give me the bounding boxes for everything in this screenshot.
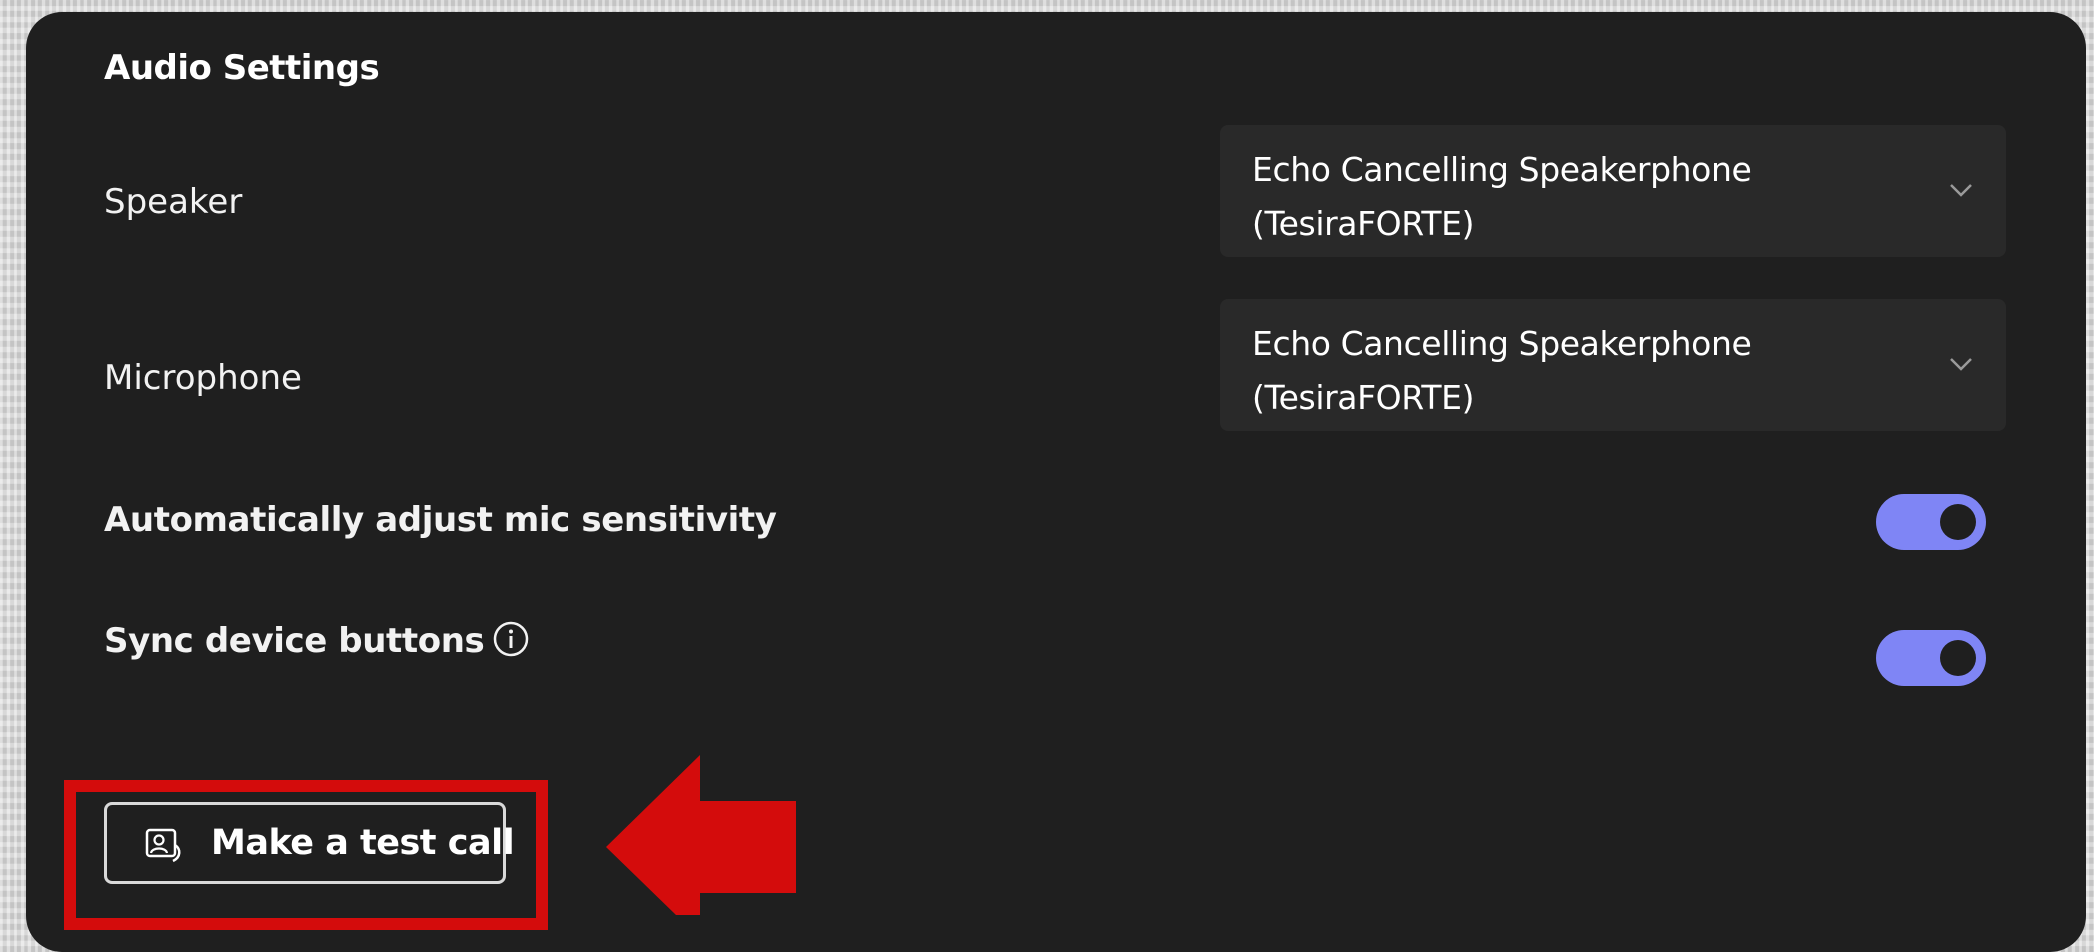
speaker-value-line2: (TesiraFORTE) [1252, 204, 1475, 243]
microphone-value-line2: (TesiraFORTE) [1252, 378, 1475, 417]
speaker-value-line1: Echo Cancelling Speakerphone [1252, 150, 1752, 189]
auto-adjust-toggle[interactable] [1876, 494, 1986, 550]
chevron-down-icon [1950, 358, 1972, 371]
info-icon[interactable] [492, 620, 530, 658]
toggle-knob [1940, 504, 1976, 540]
speaker-dropdown-value: Echo Cancelling Speakerphone (TesiraFORT… [1252, 143, 1892, 251]
left-arrow-icon [606, 755, 796, 915]
microphone-label: Microphone [104, 358, 302, 398]
highlight-box [64, 780, 548, 930]
chevron-down-icon [1950, 184, 1972, 197]
sync-buttons-row: Sync device buttons [104, 620, 530, 661]
section-title: Audio Settings [104, 48, 380, 88]
microphone-dropdown[interactable]: Echo Cancelling Speakerphone (TesiraFORT… [1220, 299, 2006, 431]
sync-buttons-toggle[interactable] [1876, 630, 1986, 686]
toggle-knob [1940, 640, 1976, 676]
speaker-dropdown[interactable]: Echo Cancelling Speakerphone (TesiraFORT… [1220, 125, 2006, 257]
auto-adjust-label: Automatically adjust mic sensitivity [104, 500, 777, 540]
sync-buttons-label: Sync device buttons [104, 621, 485, 661]
speaker-label: Speaker [104, 182, 243, 222]
microphone-value-line1: Echo Cancelling Speakerphone [1252, 324, 1752, 363]
microphone-dropdown-value: Echo Cancelling Speakerphone (TesiraFORT… [1252, 317, 1892, 425]
